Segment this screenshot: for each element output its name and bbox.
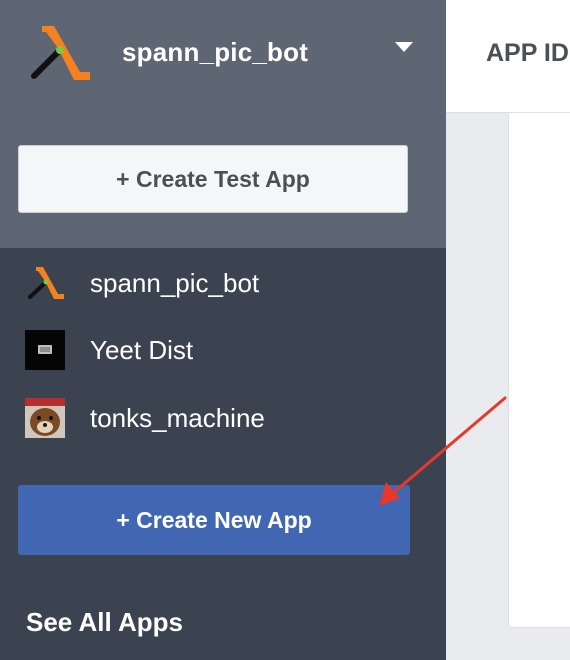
sidebar-header-panel: spann_pic_bot + Create Test App <box>0 0 446 248</box>
create-new-app-button[interactable]: + Create New App <box>18 485 410 555</box>
app-name-label: Yeet Dist <box>90 335 194 365</box>
content-card <box>508 113 570 628</box>
lambda-logo-icon <box>31 26 90 80</box>
list-item-app[interactable]: spann_pic_bot <box>0 250 446 310</box>
app-name-label: spann_pic_bot <box>90 268 260 298</box>
create-test-app-button[interactable]: + Create Test App <box>18 145 408 213</box>
app-switcher[interactable]: spann_pic_bot <box>0 0 446 108</box>
dog-photo-icon <box>25 398 65 438</box>
top-header: APP ID <box>446 0 570 113</box>
list-item-app[interactable]: Yeet Dist <box>0 317 446 377</box>
lambda-logo-icon <box>28 267 64 299</box>
app-id-label: APP ID <box>486 39 569 67</box>
dark-app-icon <box>25 330 65 370</box>
app-name-label: tonks_machine <box>90 403 265 433</box>
list-item-app[interactable]: tonks_machine <box>0 385 446 445</box>
sidebar: spann_pic_bot + Create Test App spann_pi… <box>0 0 446 660</box>
caret-down-icon[interactable] <box>395 42 413 52</box>
see-all-apps-link[interactable]: See All Apps <box>26 607 183 638</box>
current-app-name: spann_pic_bot <box>122 37 309 67</box>
